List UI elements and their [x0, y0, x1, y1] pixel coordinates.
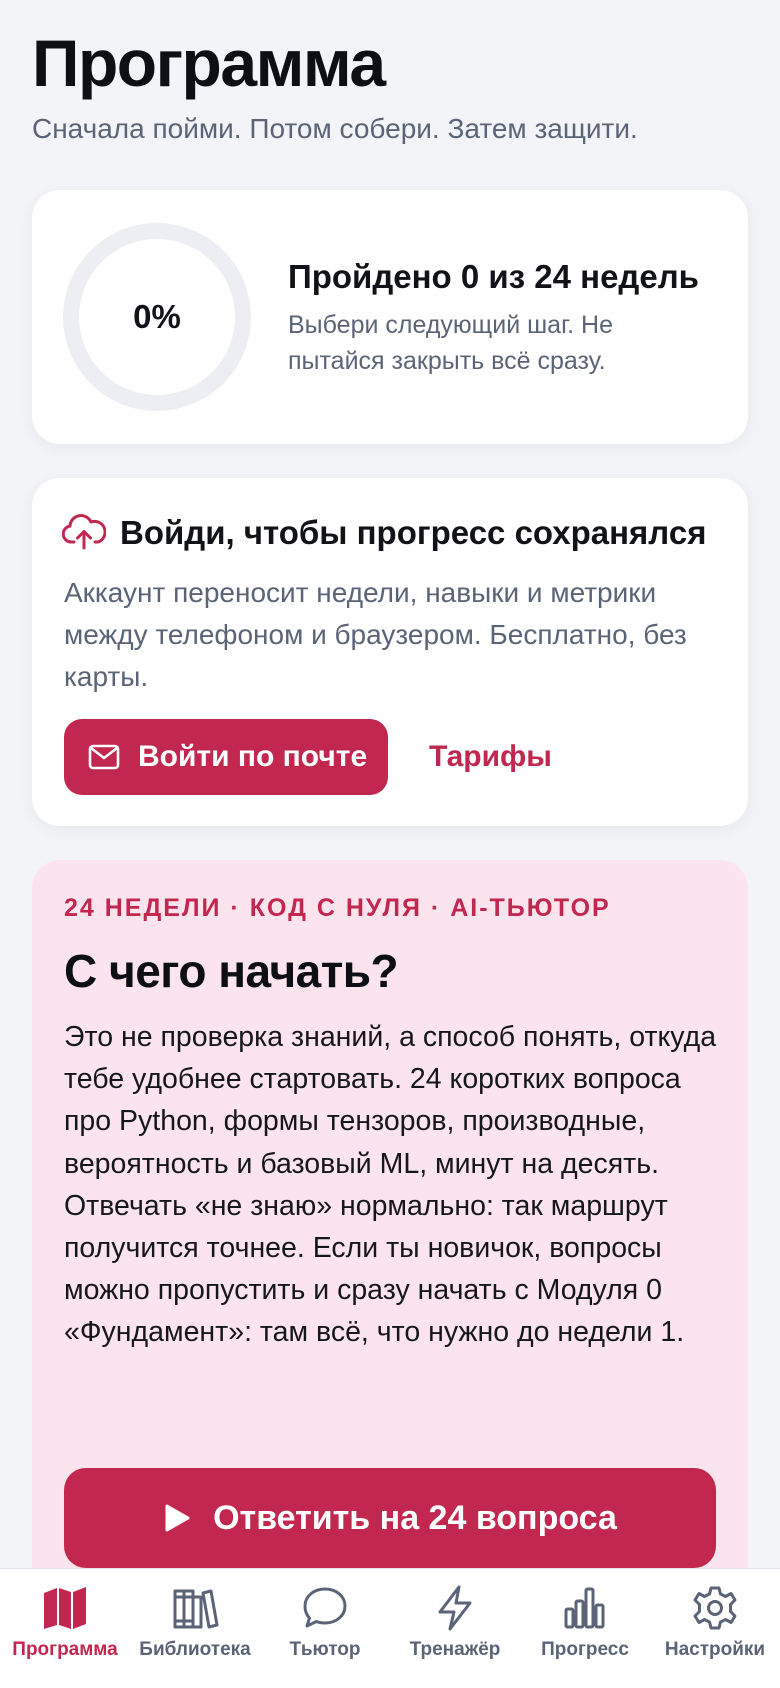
- nav-label: Прогресс: [541, 1639, 629, 1660]
- tariffs-link[interactable]: Тарифы: [429, 740, 552, 774]
- start-title: С чего начать?: [64, 945, 399, 997]
- progress-percent: 0%: [133, 298, 181, 335]
- login-description: Аккаунт переносит недели, навыки и метри…: [64, 577, 687, 692]
- lightning-icon: [438, 1585, 472, 1631]
- books-icon: [173, 1589, 219, 1629]
- play-icon: [165, 1504, 190, 1532]
- map-icon: [44, 1587, 86, 1629]
- nav-label: Настройки: [664, 1639, 766, 1660]
- start-eyebrow: 24 НЕДЕЛИ · КОД С НУЛЯ · AI-ТЬЮТОР: [64, 894, 611, 922]
- main-content: Программа Сначала пойми. Потом собери. З…: [0, 0, 780, 1568]
- cloud-upload-icon: [62, 514, 106, 550]
- start-card: 24 НЕДЕЛИ · КОД С НУЛЯ · AI-ТЬЮТОР С чег…: [32, 860, 748, 1568]
- nav-item-settings[interactable]: Настройки: [650, 1569, 780, 1688]
- nav-item-progress[interactable]: Прогресс: [520, 1569, 650, 1688]
- nav-label: Тренажёр: [409, 1639, 501, 1660]
- progress-hint: Выбери следующий шаг. Не пытайся закрыть…: [288, 311, 613, 375]
- bar-chart-icon: [564, 1587, 605, 1629]
- mail-icon: [88, 744, 120, 770]
- progress-title: Пройдено 0 из 24 недель: [288, 258, 699, 295]
- nav-label: Тьютор: [289, 1639, 361, 1660]
- nav-item-library[interactable]: Библиотека: [130, 1569, 260, 1688]
- nav-item-program[interactable]: Программа: [0, 1569, 130, 1688]
- chat-bubble-icon: [303, 1587, 347, 1628]
- nav-item-trainer[interactable]: Тренажёр: [390, 1569, 520, 1688]
- start-description: Это не проверка знаний, а способ понять,…: [64, 1021, 717, 1349]
- bottom-navigation: Программа Библиотека Тьютор Тренажёр Про…: [0, 1568, 780, 1688]
- nav-item-tutor[interactable]: Тьютор: [260, 1569, 390, 1688]
- start-quiz-button-label: Ответить на 24 вопроса: [213, 1498, 617, 1537]
- page-title: Программа: [32, 26, 386, 100]
- email-login-button-label: Войти по почте: [138, 740, 368, 773]
- page-subtitle: Сначала пойми. Потом собери. Затем защит…: [32, 113, 638, 144]
- nav-label: Библиотека: [139, 1639, 251, 1660]
- login-title: Войди, чтобы прогресс сохранялся: [120, 514, 707, 551]
- progress-card: 0% Пройдено 0 из 24 недель Выбери следую…: [32, 190, 748, 444]
- start-quiz-button[interactable]: Ответить на 24 вопроса: [64, 1468, 716, 1568]
- nav-label: Программа: [12, 1639, 118, 1660]
- gear-icon: [693, 1586, 737, 1630]
- login-card: Войди, чтобы прогресс сохранялся Аккаунт…: [32, 478, 748, 826]
- email-login-button[interactable]: Войти по почте: [64, 719, 388, 795]
